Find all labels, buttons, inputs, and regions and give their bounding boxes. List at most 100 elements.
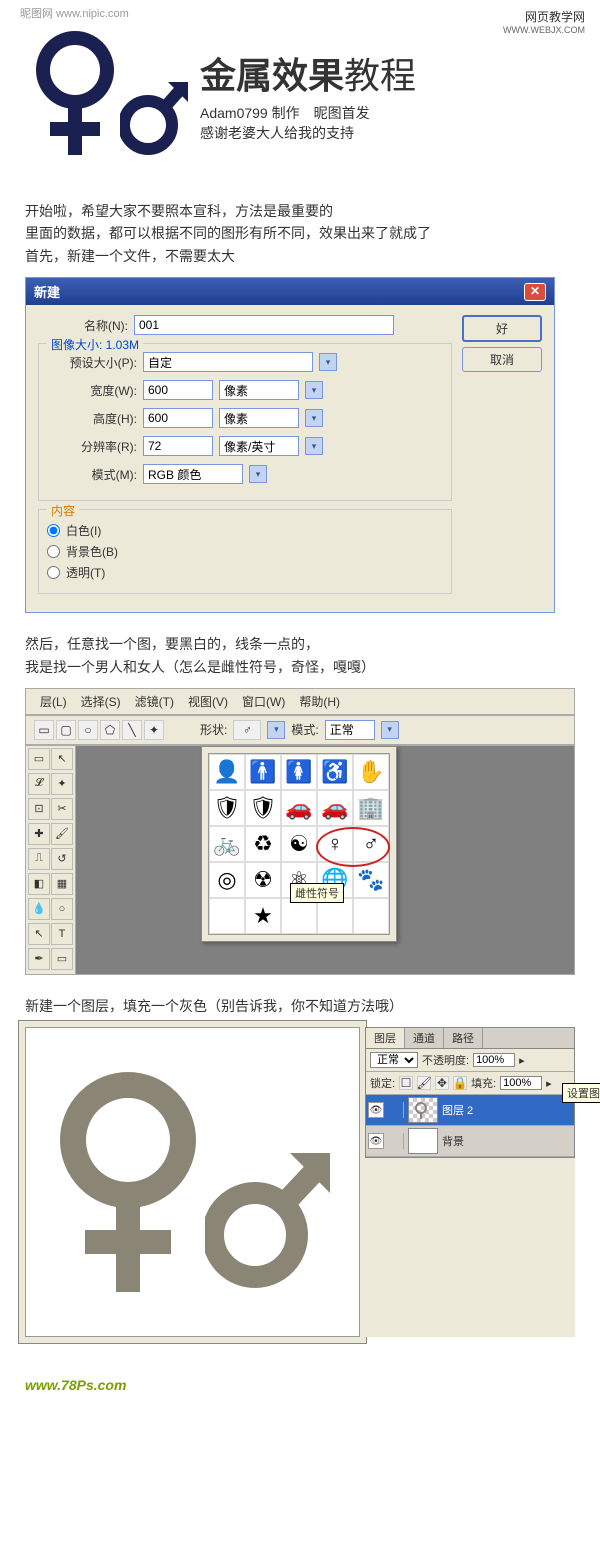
shape-empty2[interactable] bbox=[281, 898, 317, 934]
current-shape-preview[interactable]: ♂ bbox=[233, 720, 261, 740]
fill-input[interactable] bbox=[500, 1076, 542, 1090]
layer-row-2[interactable]: 👁 图层 2 bbox=[366, 1095, 574, 1126]
lasso-tool-icon[interactable]: 𝓛 bbox=[28, 773, 50, 795]
visibility-icon[interactable]: 👁 bbox=[368, 1102, 384, 1118]
menu-window[interactable]: 窗口(W) bbox=[236, 691, 291, 712]
heal-tool-icon[interactable]: ✚ bbox=[28, 823, 50, 845]
shape-recycle-icon[interactable]: ♻ bbox=[245, 826, 281, 862]
shape-tool-icon[interactable]: ▭ bbox=[51, 948, 73, 970]
radio-bg-input[interactable] bbox=[47, 545, 60, 558]
dodge-tool-icon[interactable]: ○ bbox=[51, 898, 73, 920]
slice-tool-icon[interactable]: ✂ bbox=[51, 798, 73, 820]
shape-hand-icon[interactable]: ✋ bbox=[353, 754, 389, 790]
link-column[interactable] bbox=[388, 1102, 404, 1118]
brush-tool-icon[interactable]: 🖌 bbox=[51, 823, 73, 845]
menu-layer[interactable]: 层(L) bbox=[34, 691, 73, 712]
visibility-icon[interactable]: 👁 bbox=[368, 1133, 384, 1149]
crop-tool-icon[interactable]: ⊡ bbox=[28, 798, 50, 820]
shape-wheelchair-icon[interactable]: ♿ bbox=[317, 754, 353, 790]
tab-layers[interactable]: 图层 bbox=[366, 1028, 405, 1048]
shape-empty4[interactable] bbox=[353, 898, 389, 934]
shape-man-icon[interactable]: 🚹 bbox=[245, 754, 281, 790]
shape-bike-icon[interactable]: 🚲 bbox=[209, 826, 245, 862]
radio-transparent[interactable]: 透明(T) bbox=[47, 564, 443, 581]
gradient-tool-icon[interactable]: ▦ bbox=[51, 873, 73, 895]
pen-tool-icon[interactable]: ✒ bbox=[28, 948, 50, 970]
shape-car2-icon[interactable]: 🚗 bbox=[317, 790, 353, 826]
chevron-down-icon[interactable]: ▾ bbox=[381, 721, 399, 739]
opacity-arrow-icon[interactable]: ▸ bbox=[519, 1054, 525, 1067]
shape-paw-icon[interactable]: 🐾 bbox=[353, 862, 389, 898]
layer-row-bg[interactable]: 👁 背景 bbox=[366, 1126, 574, 1157]
stamp-tool-icon[interactable]: ⎍ bbox=[28, 848, 50, 870]
menu-help[interactable]: 帮助(H) bbox=[293, 691, 346, 712]
custom-shape-tool-icon[interactable]: ✦ bbox=[144, 720, 164, 740]
rect-tool-icon[interactable]: ▭ bbox=[34, 720, 54, 740]
shape-target-icon[interactable]: ◎ bbox=[209, 862, 245, 898]
shape-dropdown-icon[interactable]: ▾ bbox=[267, 721, 285, 739]
radio-white-input[interactable] bbox=[47, 524, 60, 537]
width-input[interactable] bbox=[143, 380, 213, 400]
name-input[interactable] bbox=[134, 315, 394, 335]
shape-woman-icon[interactable]: 🚺 bbox=[281, 754, 317, 790]
shape-empty-icon[interactable] bbox=[209, 898, 245, 934]
eraser-tool-icon[interactable]: ◧ bbox=[28, 873, 50, 895]
lock-pixels-icon[interactable]: 🖌 bbox=[417, 1076, 431, 1090]
tab-channels[interactable]: 通道 bbox=[405, 1028, 444, 1048]
close-button[interactable]: ✕ bbox=[524, 283, 546, 301]
tab-paths[interactable]: 路径 bbox=[444, 1028, 483, 1048]
polygon-tool-icon[interactable]: ⬠ bbox=[100, 720, 120, 740]
type-tool-icon[interactable]: T bbox=[51, 923, 73, 945]
chevron-down-icon[interactable]: ▾ bbox=[305, 381, 323, 399]
lock-all-icon[interactable]: 🔒 bbox=[453, 1076, 467, 1090]
chevron-down-icon[interactable]: ▾ bbox=[319, 353, 337, 371]
link-column[interactable] bbox=[388, 1133, 404, 1149]
height-input[interactable] bbox=[143, 408, 213, 428]
menu-view[interactable]: 视图(V) bbox=[182, 691, 234, 712]
resolution-input[interactable] bbox=[143, 436, 213, 456]
roundrect-tool-icon[interactable]: ▢ bbox=[56, 720, 76, 740]
chevron-down-icon[interactable]: ▾ bbox=[305, 409, 323, 427]
radio-transparent-input[interactable] bbox=[47, 566, 60, 579]
shape-empty3[interactable] bbox=[317, 898, 353, 934]
blend-mode-select[interactable]: 正常 bbox=[370, 1052, 418, 1068]
menu-filter[interactable]: 滤镜(T) bbox=[129, 691, 180, 712]
history-brush-icon[interactable]: ↺ bbox=[51, 848, 73, 870]
lock-transparency-icon[interactable]: ☐ bbox=[399, 1076, 413, 1090]
resolution-unit-select[interactable] bbox=[219, 436, 299, 456]
line-tool-icon[interactable]: ╲ bbox=[122, 720, 142, 740]
shape-star-icon[interactable]: ★ bbox=[245, 898, 281, 934]
shape-person-icon[interactable]: 👤 bbox=[209, 754, 245, 790]
radio-white[interactable]: 白色(I) bbox=[47, 522, 443, 539]
chevron-down-icon[interactable]: ▾ bbox=[249, 465, 267, 483]
lock-position-icon[interactable]: ✥ bbox=[435, 1076, 449, 1090]
path-tool-icon[interactable]: ↖ bbox=[28, 923, 50, 945]
layer-thumbnail[interactable] bbox=[408, 1128, 438, 1154]
blur-tool-icon[interactable]: 💧 bbox=[28, 898, 50, 920]
move-tool-icon[interactable]: ↖ bbox=[51, 748, 73, 770]
shape-shield2-icon[interactable]: 🛡 bbox=[245, 790, 281, 826]
layer-thumbnail[interactable] bbox=[408, 1097, 438, 1123]
mode-select[interactable] bbox=[143, 464, 243, 484]
height-unit-select[interactable] bbox=[219, 408, 299, 428]
blend-mode-select[interactable] bbox=[325, 720, 375, 740]
marquee-tool-icon[interactable]: ▭ bbox=[28, 748, 50, 770]
width-unit-select[interactable] bbox=[219, 380, 299, 400]
shape-shield1-icon[interactable]: 🛡 bbox=[209, 790, 245, 826]
wand-tool-icon[interactable]: ✦ bbox=[51, 773, 73, 795]
chevron-down-icon[interactable]: ▾ bbox=[305, 437, 323, 455]
fill-arrow-icon[interactable]: ▸ bbox=[546, 1077, 552, 1090]
menu-select[interactable]: 选择(S) bbox=[75, 691, 127, 712]
watermark-tr-main: 网页教学网 bbox=[503, 8, 585, 25]
shape-nuclear-icon[interactable]: ☢ bbox=[245, 862, 281, 898]
shape-female-icon[interactable]: ♀ bbox=[317, 826, 353, 862]
preset-select[interactable] bbox=[143, 352, 313, 372]
shape-car1-icon[interactable]: 🚗 bbox=[281, 790, 317, 826]
ellipse-tool-icon[interactable]: ○ bbox=[78, 720, 98, 740]
shape-yinyang-icon[interactable]: ☯ bbox=[281, 826, 317, 862]
radio-bg[interactable]: 背景色(B) bbox=[47, 543, 443, 560]
shape-building-icon[interactable]: 🏢 bbox=[353, 790, 389, 826]
opacity-input[interactable] bbox=[473, 1053, 515, 1067]
cancel-button[interactable]: 取消 bbox=[462, 347, 542, 372]
ok-button[interactable]: 好 bbox=[462, 315, 542, 342]
